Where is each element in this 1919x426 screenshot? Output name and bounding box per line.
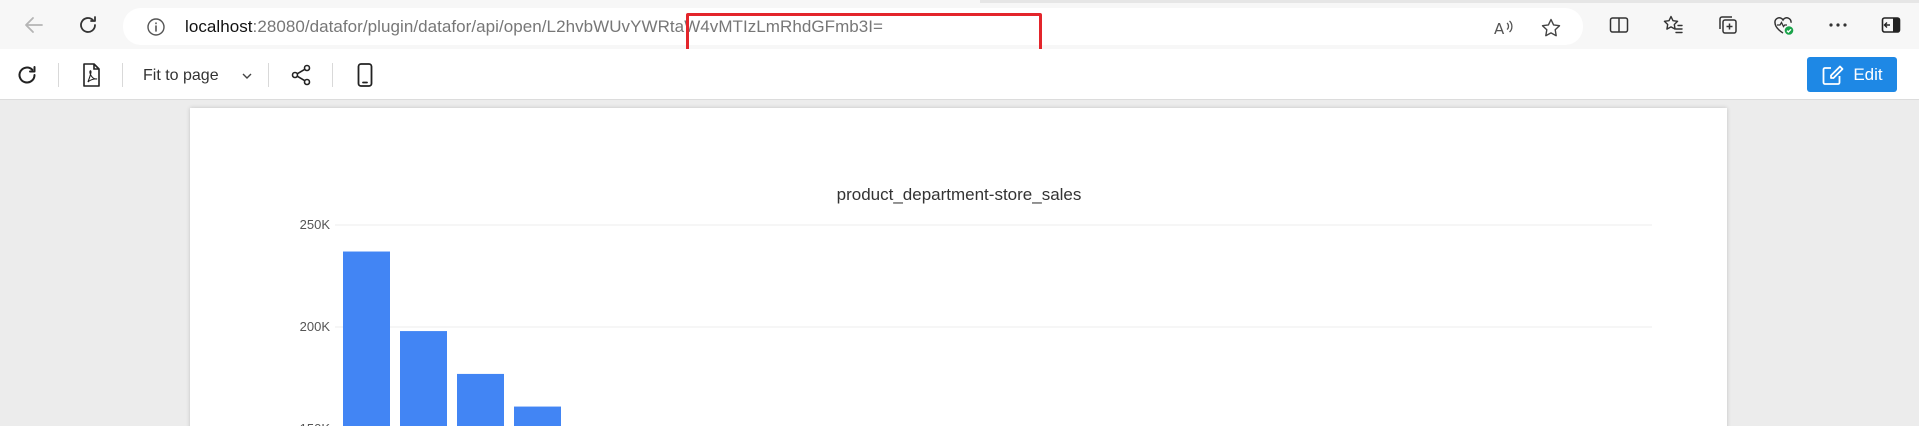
- pdf-icon: [83, 63, 100, 87]
- y-axis-tick-label: 250K: [300, 217, 331, 232]
- more-button[interactable]: [1826, 13, 1850, 37]
- chevron-down-icon: [242, 73, 252, 79]
- report-canvas: product_department-store_sales 250K 200K 1…: [0, 100, 1919, 426]
- sidebar-toggle-button[interactable]: [1879, 13, 1903, 37]
- site-info-button[interactable]: [146, 17, 166, 42]
- toolbar-divider: [268, 63, 269, 87]
- sidebar-toggle-icon: [1881, 17, 1901, 33]
- browser-toolbar: localhost:28080/datafor/plugin/datafor/a…: [0, 0, 1919, 58]
- more-icon: [1829, 23, 1847, 27]
- fit-to-page-select[interactable]: Fit to page: [143, 67, 219, 85]
- favorites-list-icon: [1663, 15, 1683, 34]
- share-button[interactable]: [288, 62, 314, 88]
- refresh-button[interactable]: [14, 62, 40, 88]
- share-icon: [291, 64, 311, 86]
- fit-dropdown-toggle[interactable]: [241, 69, 253, 87]
- split-screen-icon: [1609, 17, 1629, 33]
- edit-button-label: Edit: [1853, 64, 1883, 84]
- y-axis-tick-label: 200K: [300, 319, 331, 334]
- favorite-button[interactable]: [1540, 17, 1562, 39]
- chart-bar[interactable]: [514, 406, 561, 426]
- edit-button[interactable]: Edit: [1807, 57, 1897, 92]
- mobile-view-button[interactable]: [352, 62, 378, 88]
- y-axis-tick-label: 150K: [300, 421, 331, 426]
- chart-bar[interactable]: [400, 331, 447, 426]
- back-arrow-icon: [25, 17, 43, 33]
- collections-icon: [1719, 16, 1737, 34]
- edit-pencil-icon: [1822, 65, 1844, 85]
- read-aloud-button[interactable]: A: [1493, 17, 1515, 39]
- read-aloud-icon: A: [1494, 20, 1513, 38]
- toolbar-divider: [122, 63, 123, 87]
- export-pdf-button[interactable]: [78, 62, 104, 88]
- toolbar-divider: [58, 63, 59, 87]
- reload-icon: [80, 16, 96, 33]
- info-icon: [147, 18, 165, 36]
- back-button[interactable]: [20, 11, 48, 39]
- store-sales-bar-chart: product_department-store_sales 250K 200K 1…: [300, 185, 1652, 426]
- favorite-star-icon: [1541, 18, 1561, 37]
- svg-text:A: A: [1494, 20, 1505, 38]
- url-host: localhost: [185, 17, 253, 36]
- refresh-icon: [18, 66, 36, 84]
- toolbar-divider: [332, 63, 333, 87]
- favorites-button[interactable]: [1661, 13, 1685, 37]
- tab-strip: [980, 0, 1919, 3]
- reload-button[interactable]: [74, 11, 102, 39]
- mobile-phone-icon: [357, 63, 373, 87]
- collections-button[interactable]: [1716, 13, 1740, 37]
- report-toolbar: Fit to page Edit: [0, 49, 1919, 100]
- browser-essentials-icon: [1774, 17, 1794, 35]
- browser-essentials-button[interactable]: [1771, 13, 1795, 37]
- report-page: product_department-store_sales 250K 200K 1…: [190, 108, 1727, 426]
- split-screen-button[interactable]: [1607, 13, 1631, 37]
- address-bar[interactable]: localhost:28080/datafor/plugin/datafor/a…: [123, 8, 1583, 58]
- chart-title: product_department-store_sales: [837, 185, 1082, 204]
- chart-bar[interactable]: [457, 373, 504, 426]
- chart-bar[interactable]: [343, 251, 390, 426]
